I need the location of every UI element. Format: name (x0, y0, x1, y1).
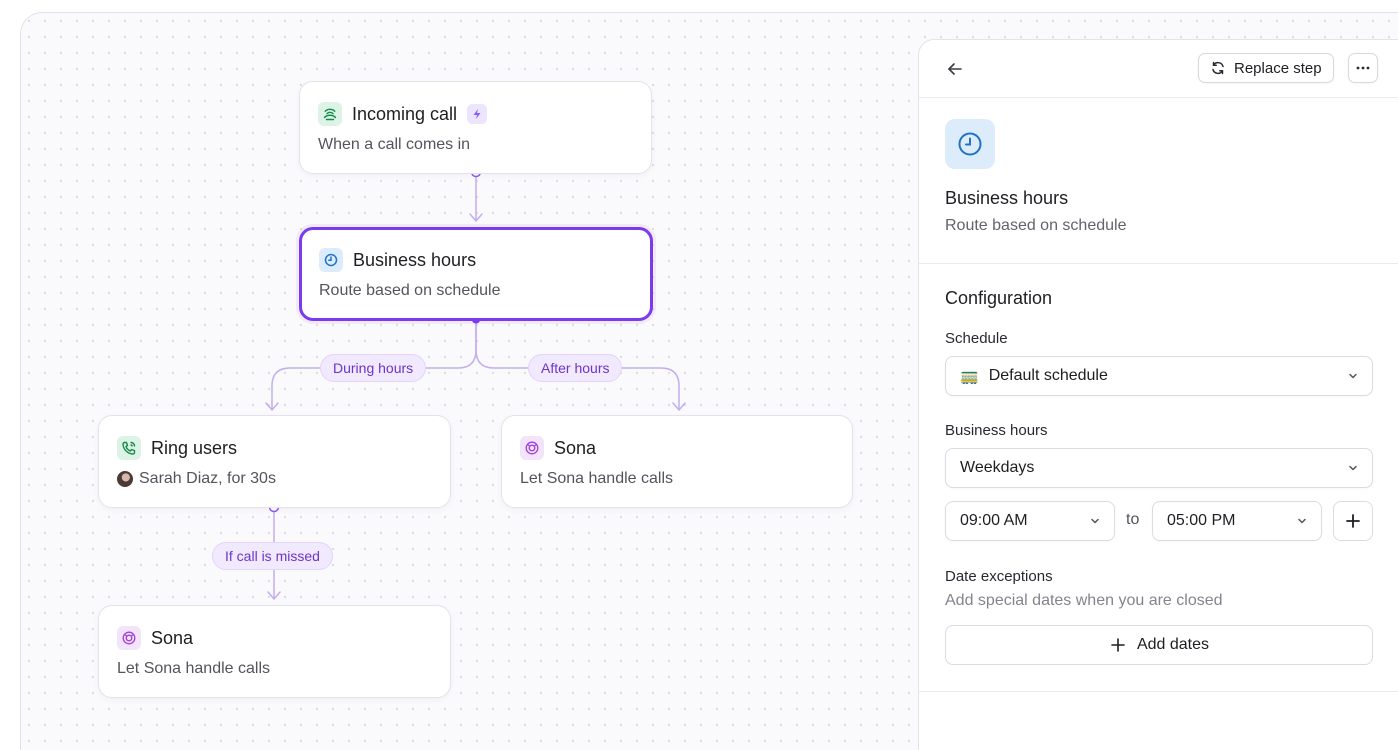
phone-ring-icon (117, 436, 141, 460)
date-exceptions-hint: Add special dates when you are closed (945, 592, 1223, 609)
chevron-down-icon (1346, 369, 1360, 388)
divider (919, 263, 1398, 264)
replace-step-button[interactable]: Replace step (1198, 53, 1334, 83)
replace-step-label: Replace step (1234, 59, 1322, 77)
node-sona-after-hours[interactable]: Sona Let Sona handle calls (501, 415, 853, 508)
to-label: to (1126, 511, 1140, 528)
divider (919, 691, 1398, 692)
node-sona-missed[interactable]: Sona Let Sona handle calls (98, 605, 451, 698)
step-subtitle: Route based on schedule (945, 217, 1127, 234)
phone-signal-icon (318, 102, 342, 126)
chevron-down-icon (1088, 514, 1102, 533)
schedule-value: Default schedule (988, 367, 1108, 384)
node-incoming-call[interactable]: Incoming call When a call comes in (299, 81, 652, 174)
node-title: Business hours (353, 249, 477, 270)
step-title: Business hours (945, 188, 1069, 208)
schedule-label: Schedule (945, 330, 1008, 347)
back-arrow-icon[interactable] (943, 57, 967, 81)
start-time-select[interactable]: 09:00 AM (945, 501, 1115, 541)
node-subtitle: Route based on schedule (319, 282, 501, 299)
days-select[interactable]: Weekdays (945, 448, 1373, 488)
sona-icon (520, 436, 544, 460)
business-hours-label: Business hours (945, 422, 1048, 439)
node-title: Sona (151, 627, 194, 648)
plus-icon (1344, 512, 1362, 530)
more-options-button[interactable] (1348, 53, 1378, 83)
node-title: Ring users (151, 437, 238, 458)
branch-label-after-hours[interactable]: After hours (528, 354, 623, 382)
tram-icon: 🚃 (960, 368, 979, 385)
schedule-select[interactable]: 🚃 Default schedule (945, 356, 1373, 396)
node-subtitle: Let Sona handle calls (520, 470, 673, 487)
days-value: Weekdays (960, 459, 1035, 476)
end-time-select[interactable]: 05:00 PM (1152, 501, 1322, 541)
node-subtitle: Let Sona handle calls (117, 660, 270, 677)
refresh-icon (1210, 60, 1226, 76)
node-title: Sona (554, 437, 597, 458)
chevron-down-icon (1295, 514, 1309, 533)
node-subtitle-row: Sarah Diaz, for 30s (117, 470, 276, 488)
node-subtitle: Sarah Diaz, for 30s (139, 470, 276, 487)
add-time-range-button[interactable] (1333, 501, 1373, 541)
add-dates-button[interactable]: Add dates (945, 625, 1373, 665)
avatar (117, 471, 133, 487)
bolt-icon (467, 104, 488, 124)
branch-label-during-hours[interactable]: During hours (320, 354, 427, 382)
end-time-value: 05:00 PM (1167, 512, 1236, 529)
clock-icon (945, 119, 995, 169)
step-config-panel: Replace step Business hours Route based … (918, 39, 1398, 750)
node-title: Incoming call (352, 103, 458, 124)
node-subtitle: When a call comes in (318, 136, 471, 153)
date-exceptions-label: Date exceptions (945, 568, 1053, 585)
start-time-value: 09:00 AM (960, 512, 1028, 529)
panel-header: Replace step (919, 40, 1398, 98)
add-dates-label: Add dates (1136, 636, 1210, 653)
configuration-heading: Configuration (945, 288, 1053, 308)
plus-icon (1109, 636, 1127, 654)
node-ring-users[interactable]: Ring users Sarah Diaz, for 30s (98, 415, 451, 508)
sona-icon (117, 626, 141, 650)
branch-label-if-missed[interactable]: If call is missed (212, 542, 333, 570)
chevron-down-icon (1346, 461, 1360, 480)
clock-icon (319, 248, 343, 272)
node-business-hours[interactable]: Business hours Route based on schedule (299, 227, 653, 321)
ellipsis-icon (1355, 66, 1371, 70)
